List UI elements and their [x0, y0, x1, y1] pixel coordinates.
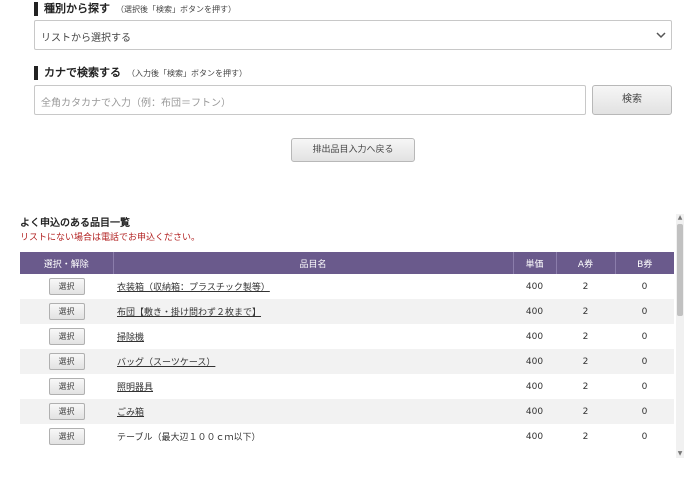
kana-search-hint: （入力後「検索」ボタンを押す） [127, 69, 247, 78]
select-cell: 選択 [20, 374, 113, 399]
item-name-text: テーブル（最大辺１００ｃｍ以下） [117, 433, 261, 443]
category-search-title: 種別から探す [44, 2, 110, 15]
item-name-link[interactable]: 布団【敷き・掛け問わず２枚まで】 [117, 308, 261, 318]
price-cell: 400 [513, 324, 556, 349]
item-name-cell: ごみ箱 [113, 399, 513, 424]
back-to-item-input-button[interactable]: 排出品目入力へ戻る [291, 138, 415, 162]
item-name-link[interactable]: ごみ箱 [117, 408, 144, 418]
kana-search-title: カナで検索する [44, 66, 121, 79]
kana-search-input[interactable]: 全角カタカナで入力（例：布団＝フトン） [34, 85, 586, 115]
a-ticket-cell: 2 [556, 349, 615, 374]
a-ticket-cell: 2 [556, 299, 615, 324]
category-select[interactable]: リストから選択する [34, 20, 672, 50]
price-cell: 400 [513, 399, 556, 424]
price-cell: 400 [513, 424, 556, 449]
price-cell: 400 [513, 299, 556, 324]
a-ticket-cell: 2 [556, 274, 615, 299]
a-ticket-cell: 2 [556, 374, 615, 399]
scroll-down-icon[interactable]: ▼ [676, 450, 684, 458]
a-ticket-cell: 2 [556, 399, 615, 424]
category-search-hint: （選択後「検索」ボタンを押す） [116, 5, 236, 14]
a-ticket-cell: 2 [556, 424, 615, 449]
header-b-ticket: B券 [615, 252, 674, 274]
b-ticket-cell: 0 [615, 299, 674, 324]
chevron-down-icon [656, 32, 666, 39]
select-cell: 選択 [20, 399, 113, 424]
select-cell: 選択 [20, 299, 113, 324]
category-search-heading: 種別から探す （選択後「検索」ボタンを押す） [34, 2, 236, 16]
search-button[interactable]: 検索 [592, 85, 672, 115]
select-button[interactable]: 選択 [48, 428, 85, 445]
table-row: 選択 布団【敷き・掛け問わず２枚まで】 400 2 0 [20, 299, 674, 324]
b-ticket-cell: 0 [615, 399, 674, 424]
frequent-items-title: よく申込のある品目一覧 [20, 218, 130, 229]
price-cell: 400 [513, 274, 556, 299]
select-cell: 選択 [20, 274, 113, 299]
header-select: 選択・解除 [20, 252, 114, 274]
item-name-cell: 衣装箱（収納箱：プラスチック製等） [113, 274, 513, 299]
select-button[interactable]: 選択 [48, 378, 85, 395]
item-name-link[interactable]: 掃除機 [117, 333, 144, 343]
select-button[interactable]: 選択 [48, 353, 85, 370]
select-button[interactable]: 選択 [48, 328, 85, 345]
item-name-link[interactable]: 照明器具 [117, 383, 153, 393]
header-a-ticket: A券 [556, 252, 616, 274]
table-row: 選択 照明器具 400 2 0 [20, 374, 674, 399]
select-cell: 選択 [20, 349, 113, 374]
b-ticket-cell: 0 [615, 349, 674, 374]
item-name-cell: バッグ（スーツケース） [113, 349, 513, 374]
select-button[interactable]: 選択 [48, 303, 85, 320]
scrollbar-thumb[interactable] [677, 224, 683, 316]
item-name-cell: 掃除機 [113, 324, 513, 349]
table-header-row: 選択・解除 品目名 単価 A券 B券 [20, 252, 674, 274]
price-cell: 400 [513, 374, 556, 399]
item-name-cell: 照明器具 [113, 374, 513, 399]
kana-search-heading: カナで検索する （入力後「検索」ボタンを押す） [34, 66, 247, 80]
b-ticket-cell: 0 [615, 374, 674, 399]
item-name-link[interactable]: 衣装箱（収納箱：プラスチック製等） [117, 283, 270, 293]
kana-search-placeholder: 全角カタカナで入力（例：布団＝フトン） [41, 98, 231, 109]
header-item-name: 品目名 [113, 252, 514, 274]
select-button[interactable]: 選択 [48, 403, 85, 420]
b-ticket-cell: 0 [615, 324, 674, 349]
b-ticket-cell: 0 [615, 424, 674, 449]
table-row: 選択 テーブル（最大辺１００ｃｍ以下） 400 2 0 [20, 424, 674, 449]
table-row: 選択 ごみ箱 400 2 0 [20, 399, 674, 424]
table-row: 選択 衣装箱（収納箱：プラスチック製等） 400 2 0 [20, 274, 674, 299]
price-cell: 400 [513, 349, 556, 374]
select-button[interactable]: 選択 [48, 278, 85, 295]
category-select-value: リストから選択する [41, 33, 131, 44]
scroll-up-icon[interactable]: ▲ [676, 214, 684, 222]
frequent-items-table: 選択・解除 品目名 単価 A券 B券 選択 衣装箱（収納箱：プラスチック製等） 40… [20, 252, 674, 449]
table-row: 選択 バッグ（スーツケース） 400 2 0 [20, 349, 674, 374]
item-name-cell: テーブル（最大辺１００ｃｍ以下） [113, 424, 513, 449]
table-row: 選択 掃除機 400 2 0 [20, 324, 674, 349]
header-price: 単価 [513, 252, 557, 274]
item-name-link[interactable]: バッグ（スーツケース） [117, 358, 215, 368]
b-ticket-cell: 0 [615, 274, 674, 299]
frequent-items-table-container: 選択・解除 品目名 単価 A券 B券 選択 衣装箱（収納箱：プラスチック製等） 40… [20, 252, 674, 456]
frequent-items-note: リストにない場合は電話でお申込ください。 [20, 233, 201, 243]
item-name-cell: 布団【敷き・掛け問わず２枚まで】 [113, 299, 513, 324]
a-ticket-cell: 2 [556, 324, 615, 349]
select-cell: 選択 [20, 424, 113, 449]
select-cell: 選択 [20, 324, 113, 349]
